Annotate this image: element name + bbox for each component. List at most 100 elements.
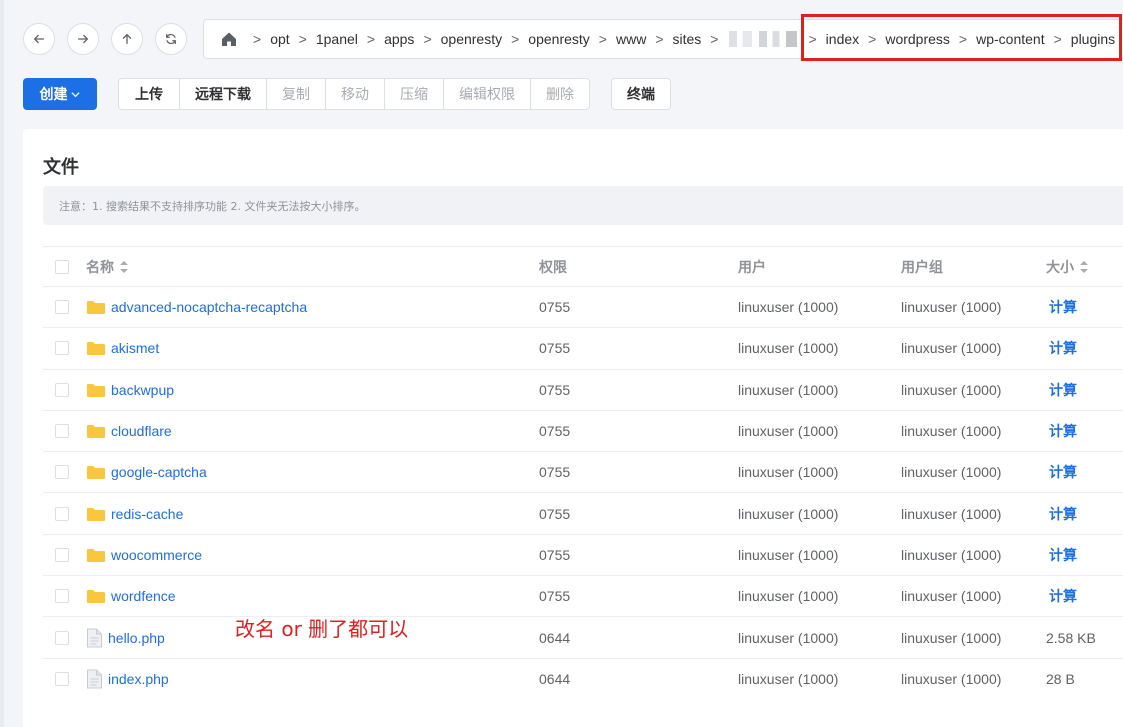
calculate-size-link[interactable]: 计算 — [1049, 462, 1077, 482]
select-all-checkbox[interactable] — [55, 259, 69, 274]
calculate-size-link[interactable]: 计算 — [1049, 586, 1077, 606]
path-segment-apps[interactable]: > apps — [358, 31, 415, 47]
perm-cell[interactable]: 0755 — [539, 588, 570, 604]
size-cell[interactable]: 计算 — [1046, 462, 1077, 482]
upload-button[interactable]: 上传 — [118, 78, 180, 110]
table-row[interactable]: redis-cache 0755 linuxuser (1000) linuxuser… — [43, 492, 1123, 533]
sort-icon[interactable] — [1079, 260, 1089, 274]
path-segment-www[interactable]: > www — [590, 31, 647, 47]
perm-cell[interactable]: 0644 — [539, 630, 570, 646]
size-cell[interactable]: 计算 — [1046, 380, 1077, 400]
file-name-link[interactable]: advanced-nocaptcha-recaptcha — [111, 299, 307, 315]
perm-cell[interactable]: 0755 — [539, 340, 570, 356]
path-segment-masked[interactable]: > — [701, 31, 799, 47]
file-name-cell[interactable]: backwpup — [86, 382, 174, 398]
header-size[interactable]: 大小 — [1046, 257, 1089, 277]
path-segment-index[interactable]: > index — [799, 31, 859, 47]
row-checkbox[interactable] — [55, 465, 69, 480]
file-name-cell[interactable]: wordfence — [86, 588, 176, 604]
path-segment-openresty[interactable]: > openresty — [414, 31, 502, 47]
row-checkbox[interactable] — [55, 547, 69, 562]
calculate-size-link[interactable]: 计算 — [1049, 545, 1077, 565]
row-checkbox[interactable] — [55, 300, 69, 315]
file-name-cell[interactable]: hello.php — [86, 628, 165, 648]
row-checkbox[interactable] — [55, 506, 69, 521]
delete-button[interactable]: 删除 — [530, 78, 590, 110]
path-segment-sites[interactable]: > sites — [646, 31, 701, 47]
table-row[interactable]: wordfence 0755 linuxuser (1000) linuxuser (… — [43, 575, 1123, 616]
file-name-link[interactable]: index.php — [108, 671, 169, 687]
file-name-link[interactable]: redis-cache — [111, 506, 183, 522]
calculate-size-link[interactable]: 计算 — [1049, 297, 1077, 317]
table-row[interactable]: akismet 0755 linuxuser (1000) linuxuser (10… — [43, 327, 1123, 368]
file-name-link[interactable]: backwpup — [111, 382, 174, 398]
path-segment-opt[interactable]: > opt — [244, 31, 290, 47]
row-checkbox[interactable] — [55, 424, 69, 439]
row-checkbox[interactable] — [55, 671, 69, 686]
file-name-link[interactable]: akismet — [111, 340, 159, 356]
notice-banner: 注意：1. 搜索结果不支持排序功能 2. 文件夹无法按大小排序。 — [43, 186, 1123, 225]
header-name[interactable]: 名称 — [86, 257, 129, 277]
terminal-button[interactable]: 终端 — [611, 78, 671, 110]
move-button[interactable]: 移动 — [325, 78, 385, 110]
table-row[interactable]: backwpup 0755 linuxuser (1000) linuxuser (1… — [43, 368, 1123, 410]
sort-icon[interactable] — [119, 260, 129, 274]
file-name-link[interactable]: google-captcha — [111, 464, 207, 480]
file-name-cell[interactable]: woocommerce — [86, 547, 202, 563]
remote-download-button[interactable]: 远程下载 — [179, 78, 267, 110]
file-name-cell[interactable]: google-captcha — [86, 464, 207, 480]
perm-cell[interactable]: 0755 — [539, 547, 570, 563]
table-row[interactable]: index.php 0644 linuxuser (1000) linuxuser (… — [43, 657, 1123, 699]
path-segment-wordpress[interactable]: > wordpress — [859, 31, 950, 47]
create-button[interactable]: 创建 — [23, 78, 97, 110]
file-name-link[interactable]: hello.php — [108, 630, 165, 646]
size-cell[interactable]: 计算 — [1046, 338, 1077, 358]
row-checkbox[interactable] — [55, 341, 69, 356]
row-checkbox[interactable] — [55, 382, 69, 397]
header-user: 用户 — [738, 258, 766, 275]
table-row[interactable]: advanced-nocaptcha-recaptcha 0755 linuxuse… — [43, 286, 1123, 327]
file-name-cell[interactable]: redis-cache — [86, 506, 183, 522]
calculate-size-link[interactable]: 计算 — [1049, 380, 1077, 400]
file-name-cell[interactable]: akismet — [86, 340, 159, 356]
path-segment-1panel[interactable]: >1panel — [290, 31, 358, 47]
group-cell: linuxuser (1000) — [901, 546, 1002, 563]
perm-cell[interactable]: 0755 — [539, 299, 570, 315]
file-name-link[interactable]: woocommerce — [111, 547, 202, 563]
table-row[interactable]: cloudflare 0755 linuxuser (1000) linuxuser … — [43, 409, 1123, 451]
perm-cell[interactable]: 0755 — [539, 382, 570, 398]
file-name-cell[interactable]: index.php — [86, 669, 169, 689]
table-row[interactable]: woocommerce 0755 linuxuser (1000) linuxuser… — [43, 533, 1123, 575]
path-segment-openresty-2[interactable]: > openresty — [502, 31, 590, 47]
calculate-size-link[interactable]: 计算 — [1049, 421, 1077, 441]
perm-cell[interactable]: 0755 — [539, 506, 570, 522]
compress-button[interactable]: 压缩 — [384, 78, 444, 110]
size-cell[interactable]: 计算 — [1046, 545, 1077, 565]
table-row[interactable]: hello.php 0644 linuxuser (1000) linuxuser (… — [43, 616, 1123, 657]
file-name-cell[interactable]: advanced-nocaptcha-recaptcha — [86, 299, 307, 315]
size-cell[interactable]: 计算 — [1046, 586, 1077, 606]
table-row[interactable]: google-captcha 0755 linuxuser (1000) linuxu… — [43, 451, 1123, 492]
file-name-link[interactable]: cloudflare — [111, 423, 172, 439]
size-cell[interactable]: 计算 — [1046, 504, 1077, 524]
size-cell[interactable]: 计算 — [1046, 421, 1077, 441]
calculate-size-link[interactable]: 计算 — [1049, 338, 1077, 358]
up-button[interactable] — [111, 23, 143, 55]
row-checkbox[interactable] — [55, 589, 69, 604]
edit-permission-button[interactable]: 编辑权限 — [443, 78, 531, 110]
perm-cell[interactable]: 0755 — [539, 464, 570, 480]
forward-button[interactable] — [67, 23, 99, 55]
perm-cell[interactable]: 0644 — [539, 671, 570, 687]
calculate-size-link[interactable]: 计算 — [1049, 504, 1077, 524]
row-checkbox[interactable] — [55, 630, 69, 645]
home-icon[interactable] — [220, 30, 238, 48]
perm-cell[interactable]: 0755 — [539, 423, 570, 439]
file-name-cell[interactable]: cloudflare — [86, 423, 172, 439]
back-button[interactable] — [23, 23, 55, 55]
path-segment-wp-content[interactable]: > wp-content — [950, 31, 1045, 47]
copy-button[interactable]: 复制 — [266, 78, 326, 110]
path-segment-plugins[interactable]: > plugins — [1045, 31, 1116, 47]
refresh-button[interactable] — [155, 23, 187, 55]
file-name-link[interactable]: wordfence — [111, 588, 176, 604]
size-cell[interactable]: 计算 — [1046, 297, 1077, 317]
